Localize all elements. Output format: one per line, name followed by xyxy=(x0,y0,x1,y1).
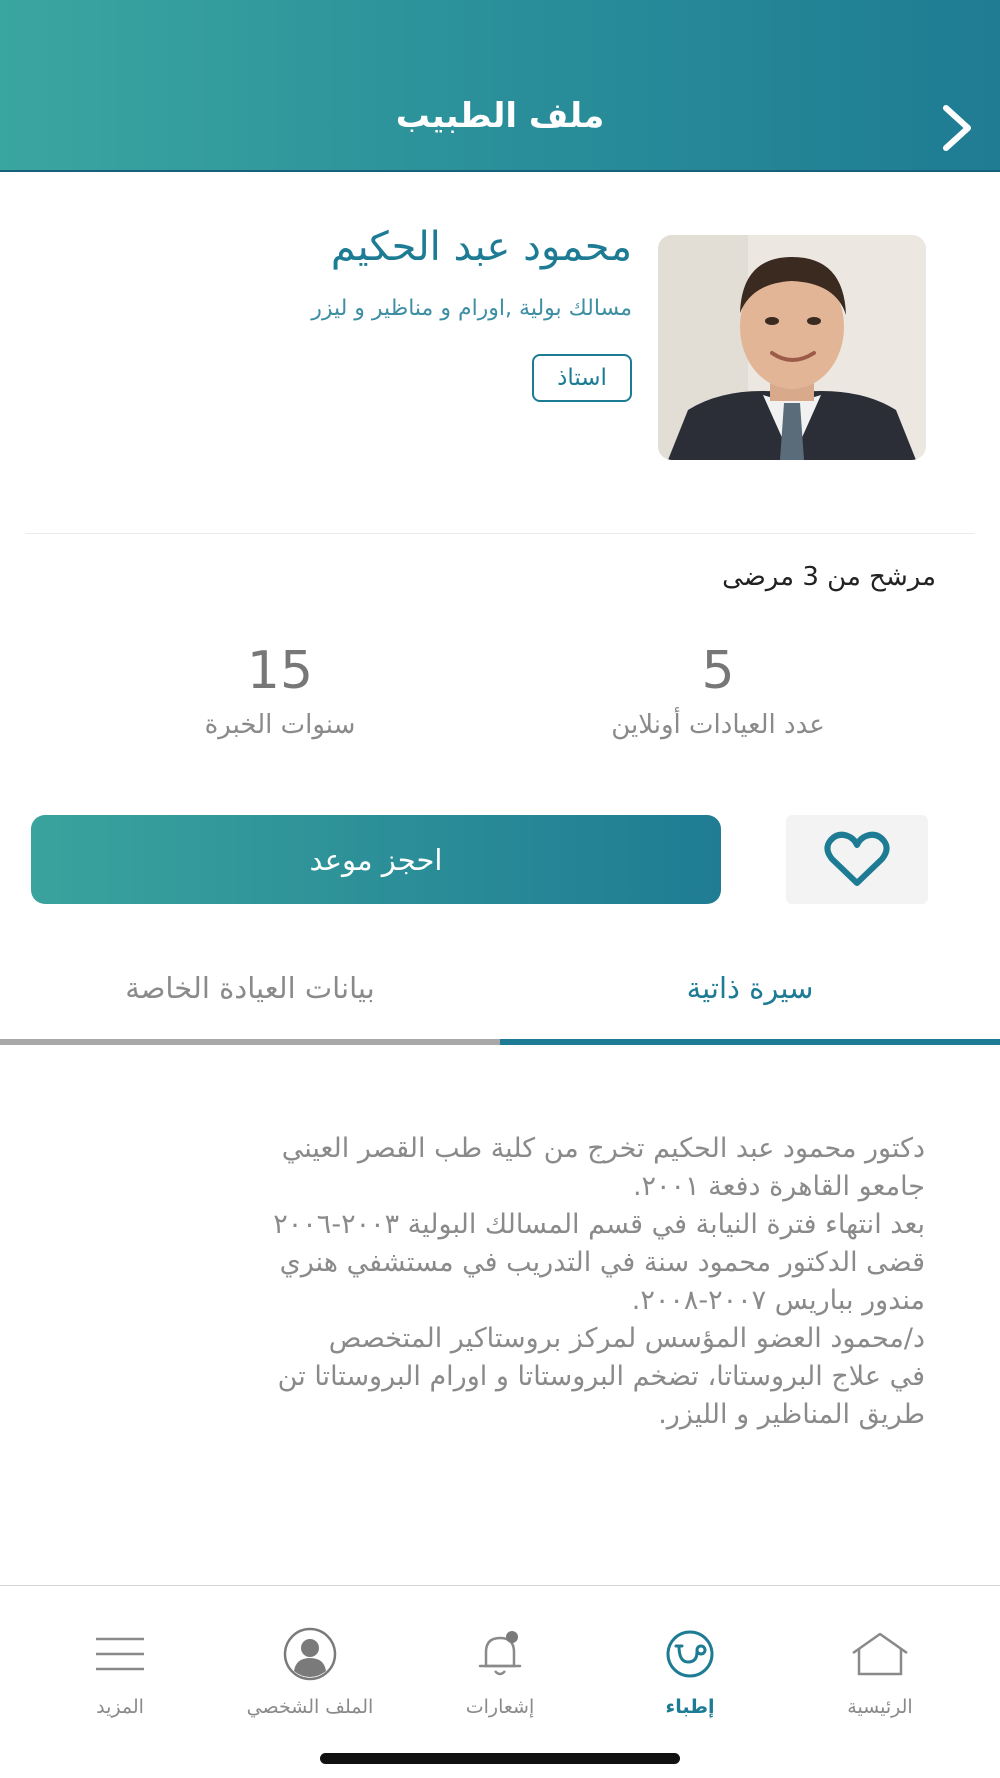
online-clinics-label: عدد العيادات أونلاين xyxy=(611,710,825,740)
back-button[interactable] xyxy=(932,98,982,158)
bio-line: جامعو القاهرة دفعة ٢٠٠١. xyxy=(632,1171,925,1202)
bio-text: دكتور محمود عبد الحكيم تخرج من كلية طب ا… xyxy=(75,1130,925,1434)
bottom-nav: الرئيسية إطباء إشعارات الملف الشخصي المز… xyxy=(0,1585,1000,1778)
page-title: ملف الطبيب xyxy=(395,96,605,136)
nav-profile-label: الملف الشخصي xyxy=(246,1696,374,1718)
doctors-icon xyxy=(666,1630,714,1678)
nav-more[interactable]: المزيد xyxy=(25,1626,215,1718)
nav-profile[interactable]: الملف الشخصي xyxy=(215,1626,405,1718)
home-indicator[interactable] xyxy=(320,1753,680,1764)
nav-doctors-label: إطباء xyxy=(665,1696,715,1718)
book-appointment-button[interactable]: احجز موعد xyxy=(31,815,721,904)
nav-notifications[interactable]: إشعارات xyxy=(405,1626,595,1718)
tab-indicator-inactive xyxy=(0,1039,500,1045)
bio-line: دكتور محمود عبد الحكيم تخرج من كلية طب ا… xyxy=(281,1133,925,1164)
bio-line: قضى الدكتور محمود سنة في التدريب في مستش… xyxy=(279,1247,925,1278)
tab-clinic-info[interactable]: بيانات العيادة الخاصة xyxy=(0,958,500,1018)
recommendation-text: مرشح من 3 مرضى xyxy=(722,562,936,592)
bio-line: طريق المناظير و الليزر. xyxy=(658,1399,925,1430)
section-divider xyxy=(25,533,975,534)
chevron-right-icon xyxy=(943,105,971,151)
app-header: ملف الطبيب xyxy=(0,0,1000,172)
online-clinics-stat: 5 عدد العيادات أونلاين xyxy=(558,640,878,740)
experience-stat: 15 سنوات الخبرة xyxy=(120,640,440,740)
tab-indicator-active xyxy=(500,1039,1000,1045)
experience-years-count: 15 xyxy=(246,641,314,701)
nav-doctors[interactable]: إطباء xyxy=(595,1626,785,1718)
nav-home[interactable]: الرئيسية xyxy=(785,1626,975,1718)
heart-icon xyxy=(824,831,890,886)
bio-line: في علاج البروستاتا، تضخم البروستاتا و او… xyxy=(277,1361,925,1392)
home-icon xyxy=(852,1632,908,1676)
experience-years-label: سنوات الخبرة xyxy=(204,710,356,740)
nav-home-label: الرئيسية xyxy=(847,1696,913,1718)
doctor-photo xyxy=(658,235,926,460)
online-clinics-count: 5 xyxy=(701,641,735,701)
user-icon xyxy=(283,1627,337,1681)
nav-more-label: المزيد xyxy=(96,1696,144,1718)
doctor-name: محمود عبد الحكيم xyxy=(330,224,632,270)
doctor-specialty: مسالك بولية ,اورام و مناظير و ليزر xyxy=(311,296,632,321)
bio-line: د/محمود العضو المؤسس لمركز بروستاكير الم… xyxy=(328,1323,925,1354)
nav-notifications-label: إشعارات xyxy=(465,1696,535,1718)
tab-bio[interactable]: سيرة ذاتية xyxy=(500,958,1000,1018)
bio-line: بعد انتهاء فترة النيابة في قسم المسالك ا… xyxy=(273,1209,925,1240)
bio-line: مندور بباريس ٢٠٠٧-٢٠٠٨. xyxy=(631,1285,925,1316)
doctor-title-badge: استاذ xyxy=(532,354,632,402)
favorite-button[interactable] xyxy=(786,815,928,904)
bell-icon xyxy=(478,1631,522,1676)
menu-icon xyxy=(96,1637,144,1671)
